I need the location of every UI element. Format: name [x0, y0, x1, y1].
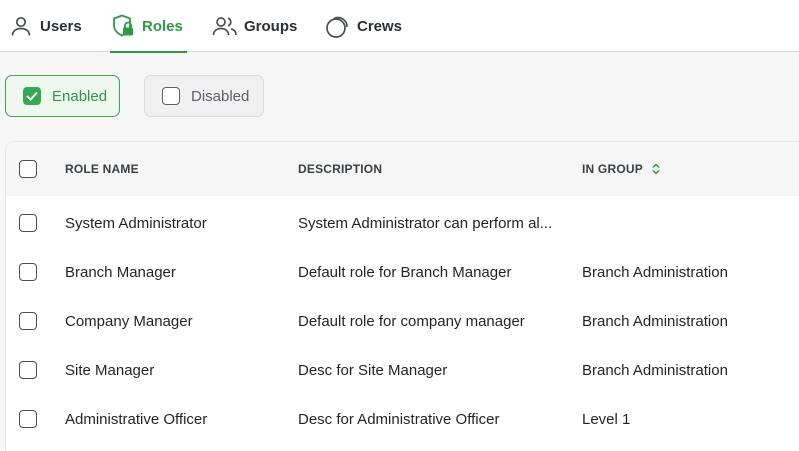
tab-crews[interactable]: Crews	[325, 0, 402, 52]
group-cell: Branch Administration	[582, 264, 728, 281]
table-row[interactable]: System Administrator System Administrato…	[6, 199, 799, 248]
tab-users[interactable]: Users	[8, 0, 82, 52]
disabled-filter-label: Disabled	[191, 87, 250, 105]
tab-label: Groups	[244, 17, 298, 35]
role-name-cell: Company Manager	[65, 313, 193, 330]
shield-lock-icon	[110, 13, 136, 39]
row-checkbox[interactable]	[19, 263, 37, 281]
roles-table: ROLE NAME DESCRIPTION IN GROUP System Ad…	[5, 141, 799, 451]
description-cell: Default role for company manager	[298, 313, 525, 330]
checkbox-empty-icon	[162, 87, 180, 105]
role-name-cell: System Administrator	[65, 215, 207, 232]
enabled-filter-label: Enabled	[52, 87, 108, 105]
table-row[interactable]: Administrative Officer Desc for Administ…	[6, 395, 799, 444]
tab-roles[interactable]: Roles	[110, 0, 187, 53]
tab-groups[interactable]: Groups	[212, 0, 297, 52]
user-icon	[8, 13, 34, 39]
table-row[interactable]: Site Manager Desc for Site Manager Branc…	[6, 346, 799, 395]
checkbox-checked-icon	[23, 87, 41, 105]
tab-label: Users	[40, 17, 82, 35]
header-in-group[interactable]: IN GROUP	[582, 142, 661, 196]
group-cell: Branch Administration	[582, 313, 728, 330]
tab-label: Crews	[357, 17, 403, 35]
sort-icon[interactable]	[651, 163, 661, 175]
row-checkbox[interactable]	[19, 312, 37, 330]
users-icon	[212, 13, 238, 39]
row-checkbox[interactable]	[19, 361, 37, 379]
row-checkbox[interactable]	[19, 214, 37, 232]
group-cell: Level 1	[582, 411, 631, 428]
table-row[interactable]: Branch Manager Default role for Branch M…	[6, 248, 799, 297]
description-cell: System Administrator can perform al...	[298, 215, 553, 232]
disabled-filter-chip[interactable]: Disabled	[144, 75, 264, 117]
description-cell: Desc for Administrative Officer	[298, 411, 500, 428]
description-cell: Desc for Site Manager	[298, 362, 448, 379]
header-description[interactable]: DESCRIPTION	[298, 142, 382, 196]
group-cell: Branch Administration	[582, 362, 728, 379]
table-row[interactable]: Company Manager Default role for company…	[6, 297, 799, 346]
tab-label: Roles	[142, 17, 183, 35]
role-name-cell: Site Manager	[65, 362, 155, 379]
role-name-cell: Branch Manager	[65, 264, 176, 281]
header-role-name[interactable]: ROLE NAME	[65, 142, 139, 196]
enabled-filter-chip[interactable]: Enabled	[5, 75, 120, 117]
select-all-checkbox[interactable]	[19, 160, 37, 178]
header-in-group-label: IN GROUP	[582, 162, 643, 176]
table-header: ROLE NAME DESCRIPTION IN GROUP	[6, 142, 799, 196]
circles-icon	[325, 13, 351, 39]
description-cell: Default role for Branch Manager	[298, 264, 512, 281]
row-checkbox[interactable]	[19, 410, 37, 428]
tab-bar: Users Roles Groups Crews	[0, 0, 799, 53]
role-name-cell: Administrative Officer	[65, 411, 208, 428]
